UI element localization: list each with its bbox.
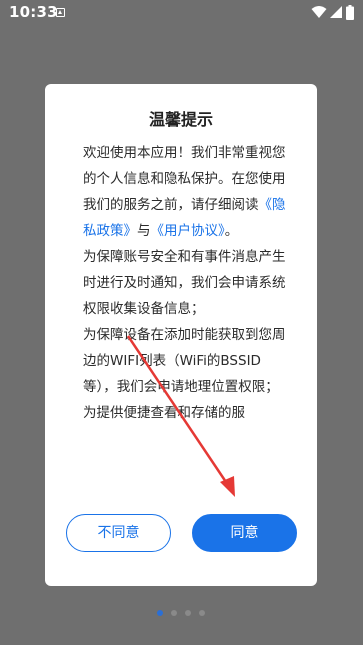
intro-end: 。: [224, 223, 239, 239]
device-info-paragraph: 为保障账号安全和有事件消息产生时进行及时通知，我们会申请系统权限收集设备信息；: [83, 249, 286, 317]
wifi-icon: [311, 6, 327, 18]
dialog-body: 欢迎使用本应用！我们非常重视您的个人信息和隐私保护。在您使用我们的服务之前，请仔…: [83, 140, 288, 488]
page-dot: [157, 610, 163, 616]
page-dot: [171, 610, 177, 616]
signal-icon: [330, 6, 342, 18]
battery-icon: [346, 5, 354, 20]
dialog-title: 温馨提示: [148, 110, 213, 129]
page-dot: [199, 610, 205, 616]
page-dot: [185, 610, 191, 616]
privacy-dialog: 温馨提示 欢迎使用本应用！我们非常重视您的个人信息和隐私保护。在您使用我们的服务…: [45, 84, 317, 586]
page-indicator: [157, 610, 207, 618]
agree-button[interactable]: 同意: [192, 514, 297, 552]
storage-paragraph: 为提供便捷查看和存储的服: [83, 405, 245, 421]
notification-icon: [56, 8, 65, 17]
disagree-button[interactable]: 不同意: [66, 514, 171, 552]
status-bar: 10:33: [0, 0, 363, 26]
intro-text: 欢迎使用本应用！我们非常重视您的个人信息和隐私保护。在您使用我们的服务之前，请仔…: [83, 145, 286, 213]
conjunction-text: 与: [137, 223, 151, 239]
location-paragraph: 为保障设备在添加时能获取到您周边的WIFI列表（WiFi的BSSID等），我们会…: [83, 327, 286, 395]
user-agreement-link[interactable]: 《用户协议》: [151, 223, 225, 239]
intro-paragraph: 欢迎使用本应用！我们非常重视您的个人信息和隐私保护。在您使用我们的服务之前，请仔…: [83, 140, 288, 244]
status-time: 10:33: [9, 3, 58, 21]
